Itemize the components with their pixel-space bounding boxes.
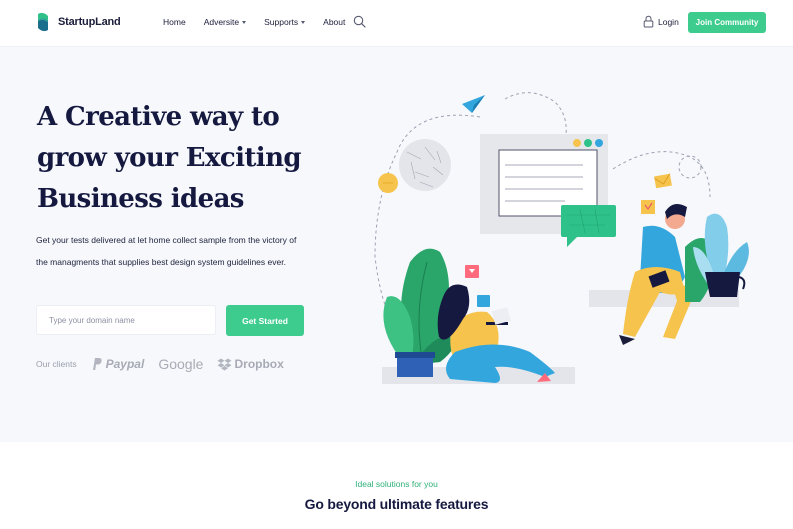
dropbox-icon [217, 358, 232, 370]
login-label: Login [658, 16, 679, 27]
search-icon[interactable] [353, 15, 366, 28]
nav-item-about[interactable]: About [323, 17, 345, 27]
login-link[interactable]: Login [643, 15, 679, 28]
join-community-button[interactable]: Join Community [688, 12, 766, 33]
dropbox-logo: Dropbox [217, 357, 284, 371]
hero-illustration [374, 92, 749, 384]
main-nav: Home Adversite Supports About [163, 15, 366, 28]
nav-item-adversite[interactable]: Adversite [203, 17, 247, 27]
startupland-logo-icon [38, 12, 48, 32]
brand-name: StartupLand [58, 16, 121, 28]
nav-item-label: About [323, 17, 346, 27]
caret-down-icon [242, 21, 247, 24]
hero-title: A Creative way to grow your Exciting Bus… [37, 102, 302, 214]
client-logos: Our clients Paypal Google Dropbox [36, 356, 298, 372]
google-logo: Google [158, 356, 203, 372]
section-kicker: Ideal solutions for you [355, 479, 438, 489]
lock-icon [643, 15, 654, 28]
client-name: Paypal [105, 357, 145, 371]
nav-item-label: Home [163, 17, 186, 27]
client-name: Dropbox [234, 357, 284, 371]
clients-label: Our clients [36, 359, 77, 369]
brand-logo[interactable]: StartupLand [36, 12, 121, 32]
nav-item-home[interactable]: Home [163, 17, 186, 27]
domain-input[interactable] [36, 305, 216, 335]
nav-item-supports[interactable]: Supports [264, 17, 306, 27]
hero-section: A Creative way to grow your Exciting Bus… [0, 47, 793, 442]
client-name: Google [158, 356, 204, 372]
paypal-logo: Paypal [91, 357, 145, 371]
get-started-button[interactable]: Get Started [226, 305, 304, 336]
caret-down-icon [301, 21, 306, 24]
paypal-icon [92, 358, 102, 370]
site-header: StartupLand Home Adversite Supports Abou… [0, 0, 793, 47]
paper-plane-icon [462, 95, 485, 113]
nav-item-label: Supports [264, 17, 299, 27]
hero-description: Get your tests delivered at let home col… [36, 235, 297, 267]
person-illustration [619, 203, 714, 345]
section-title: Go beyond ultimate features [304, 496, 489, 512]
nav-item-label: Adversite [203, 17, 240, 27]
